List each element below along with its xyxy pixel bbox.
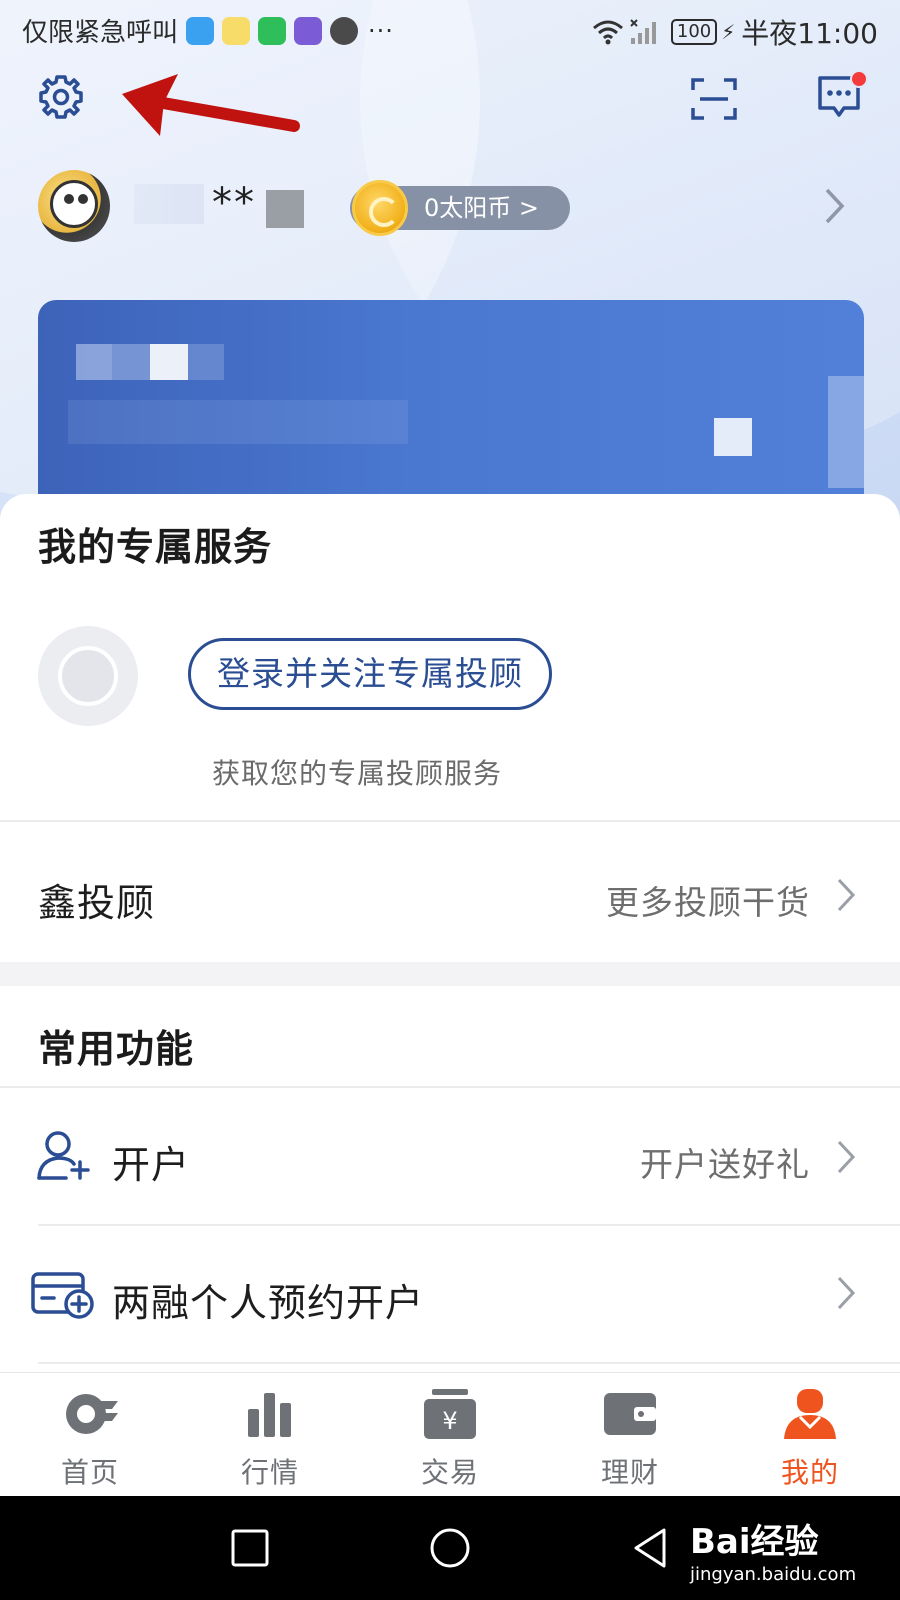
- wifi-icon: [592, 20, 623, 45]
- content-sheet: [0, 494, 900, 1374]
- user-add-icon: [37, 1131, 90, 1180]
- back-triangle-icon[interactable]: [630, 1526, 670, 1570]
- advisor-avatar-face: [58, 646, 118, 706]
- chevron-right-icon: [837, 1276, 856, 1310]
- section-title-exclusive-service: 我的专属服务: [38, 525, 273, 569]
- nav-label-mine: 我的: [780, 1456, 839, 1489]
- advisor-subtitle: 获取您的专属投顾服务: [212, 757, 503, 790]
- baidu-watermark: Bai经验: [690, 1522, 819, 1562]
- bar-chart-icon: [248, 1393, 291, 1437]
- battery-icon: 100: [670, 19, 718, 45]
- divider: [0, 820, 900, 822]
- card-add-icon: [31, 1272, 94, 1319]
- app-notification-icon: [222, 16, 251, 45]
- redacted-block: [112, 344, 150, 380]
- charging-icon: ⚡: [721, 20, 736, 44]
- advisor-row-label: 鑫投顾: [38, 881, 156, 925]
- unread-dot: [850, 70, 868, 88]
- divider: [38, 1224, 900, 1226]
- open-account-label: 开户: [112, 1143, 191, 1187]
- nav-label-trade: 交易: [420, 1456, 479, 1489]
- avatar-eye: [64, 194, 74, 204]
- person-icon: [784, 1389, 836, 1439]
- wechat-icon: [330, 16, 359, 45]
- shield-app-icon: [186, 16, 215, 45]
- carrier-text: 仅限紧急呼叫: [22, 18, 179, 48]
- sun-coin-icon: [352, 180, 408, 236]
- chevron-right-icon: [837, 878, 856, 912]
- baidu-watermark-url: jingyan.baidu.com: [690, 1564, 857, 1585]
- avatar-eye: [78, 194, 88, 204]
- nav-label-market: 行情: [240, 1456, 299, 1489]
- account-card[interactable]: [38, 300, 864, 500]
- recent-apps-icon[interactable]: [230, 1528, 270, 1568]
- settings-gear-icon[interactable]: [36, 72, 86, 122]
- book-app-icon: [258, 16, 287, 45]
- redacted-block: [150, 344, 188, 380]
- nav-tab-trade[interactable]: ¥ 交易: [360, 1373, 540, 1497]
- divider: [0, 1086, 900, 1088]
- annotation-red-arrow: [122, 74, 300, 136]
- redacted-block: [76, 344, 112, 380]
- nav-tab-market[interactable]: 行情: [180, 1373, 360, 1497]
- nav-label-finance: 理财: [600, 1456, 659, 1489]
- advisor-avatar: [38, 626, 138, 726]
- home-circle-icon[interactable]: [428, 1526, 472, 1570]
- status-bar-left: 仅限紧急呼叫 ···: [22, 12, 394, 49]
- bottom-navigation: 首页 行情 ¥ 交易 理财 我的: [0, 1372, 900, 1496]
- nav-tab-home[interactable]: 首页: [0, 1373, 180, 1497]
- signal-icon: [630, 19, 656, 44]
- nav-tab-mine[interactable]: 我的: [720, 1373, 900, 1497]
- more-notifications-icon: ···: [368, 16, 394, 45]
- advisor-row-link[interactable]: 更多投顾干货: [560, 876, 810, 924]
- username-mask: [134, 184, 204, 224]
- wallet-icon: [604, 1393, 656, 1435]
- trade-yuan-icon: ¥: [424, 1389, 476, 1439]
- chart-app-icon: [294, 16, 323, 45]
- section-title-common-functions: 常用功能: [38, 1027, 195, 1071]
- login-follow-advisor-button[interactable]: 登录并关注专属投顾: [188, 638, 552, 710]
- username[interactable]: **: [212, 180, 256, 226]
- status-bar: 仅限紧急呼叫 ··· 100 ⚡ 半夜11:00: [0, 0, 900, 60]
- section-separator: [0, 962, 900, 986]
- margin-account-label: 两融个人预约开户: [112, 1281, 425, 1325]
- username-mask: [266, 190, 304, 228]
- divider: [38, 1362, 900, 1364]
- chevron-right-icon[interactable]: [824, 186, 846, 226]
- open-account-promo: 开户送好礼: [640, 1145, 810, 1184]
- home-logo-icon: [66, 1394, 118, 1434]
- redacted-block: [714, 418, 752, 456]
- status-bar-right: 100 ⚡ 半夜11:00: [591, 12, 878, 52]
- clock: 半夜11:00: [741, 17, 878, 50]
- svg-text:¥: ¥: [442, 1407, 457, 1435]
- scan-icon[interactable]: [690, 76, 738, 122]
- nav-label-home: 首页: [60, 1456, 119, 1489]
- redacted-block: [828, 376, 864, 488]
- user-avatar[interactable]: [38, 170, 110, 242]
- chevron-right-icon: [837, 1140, 856, 1174]
- redacted-block: [68, 400, 408, 444]
- redacted-block: [188, 344, 224, 380]
- nav-tab-finance[interactable]: 理财: [540, 1373, 720, 1497]
- avatar-face: [50, 180, 98, 228]
